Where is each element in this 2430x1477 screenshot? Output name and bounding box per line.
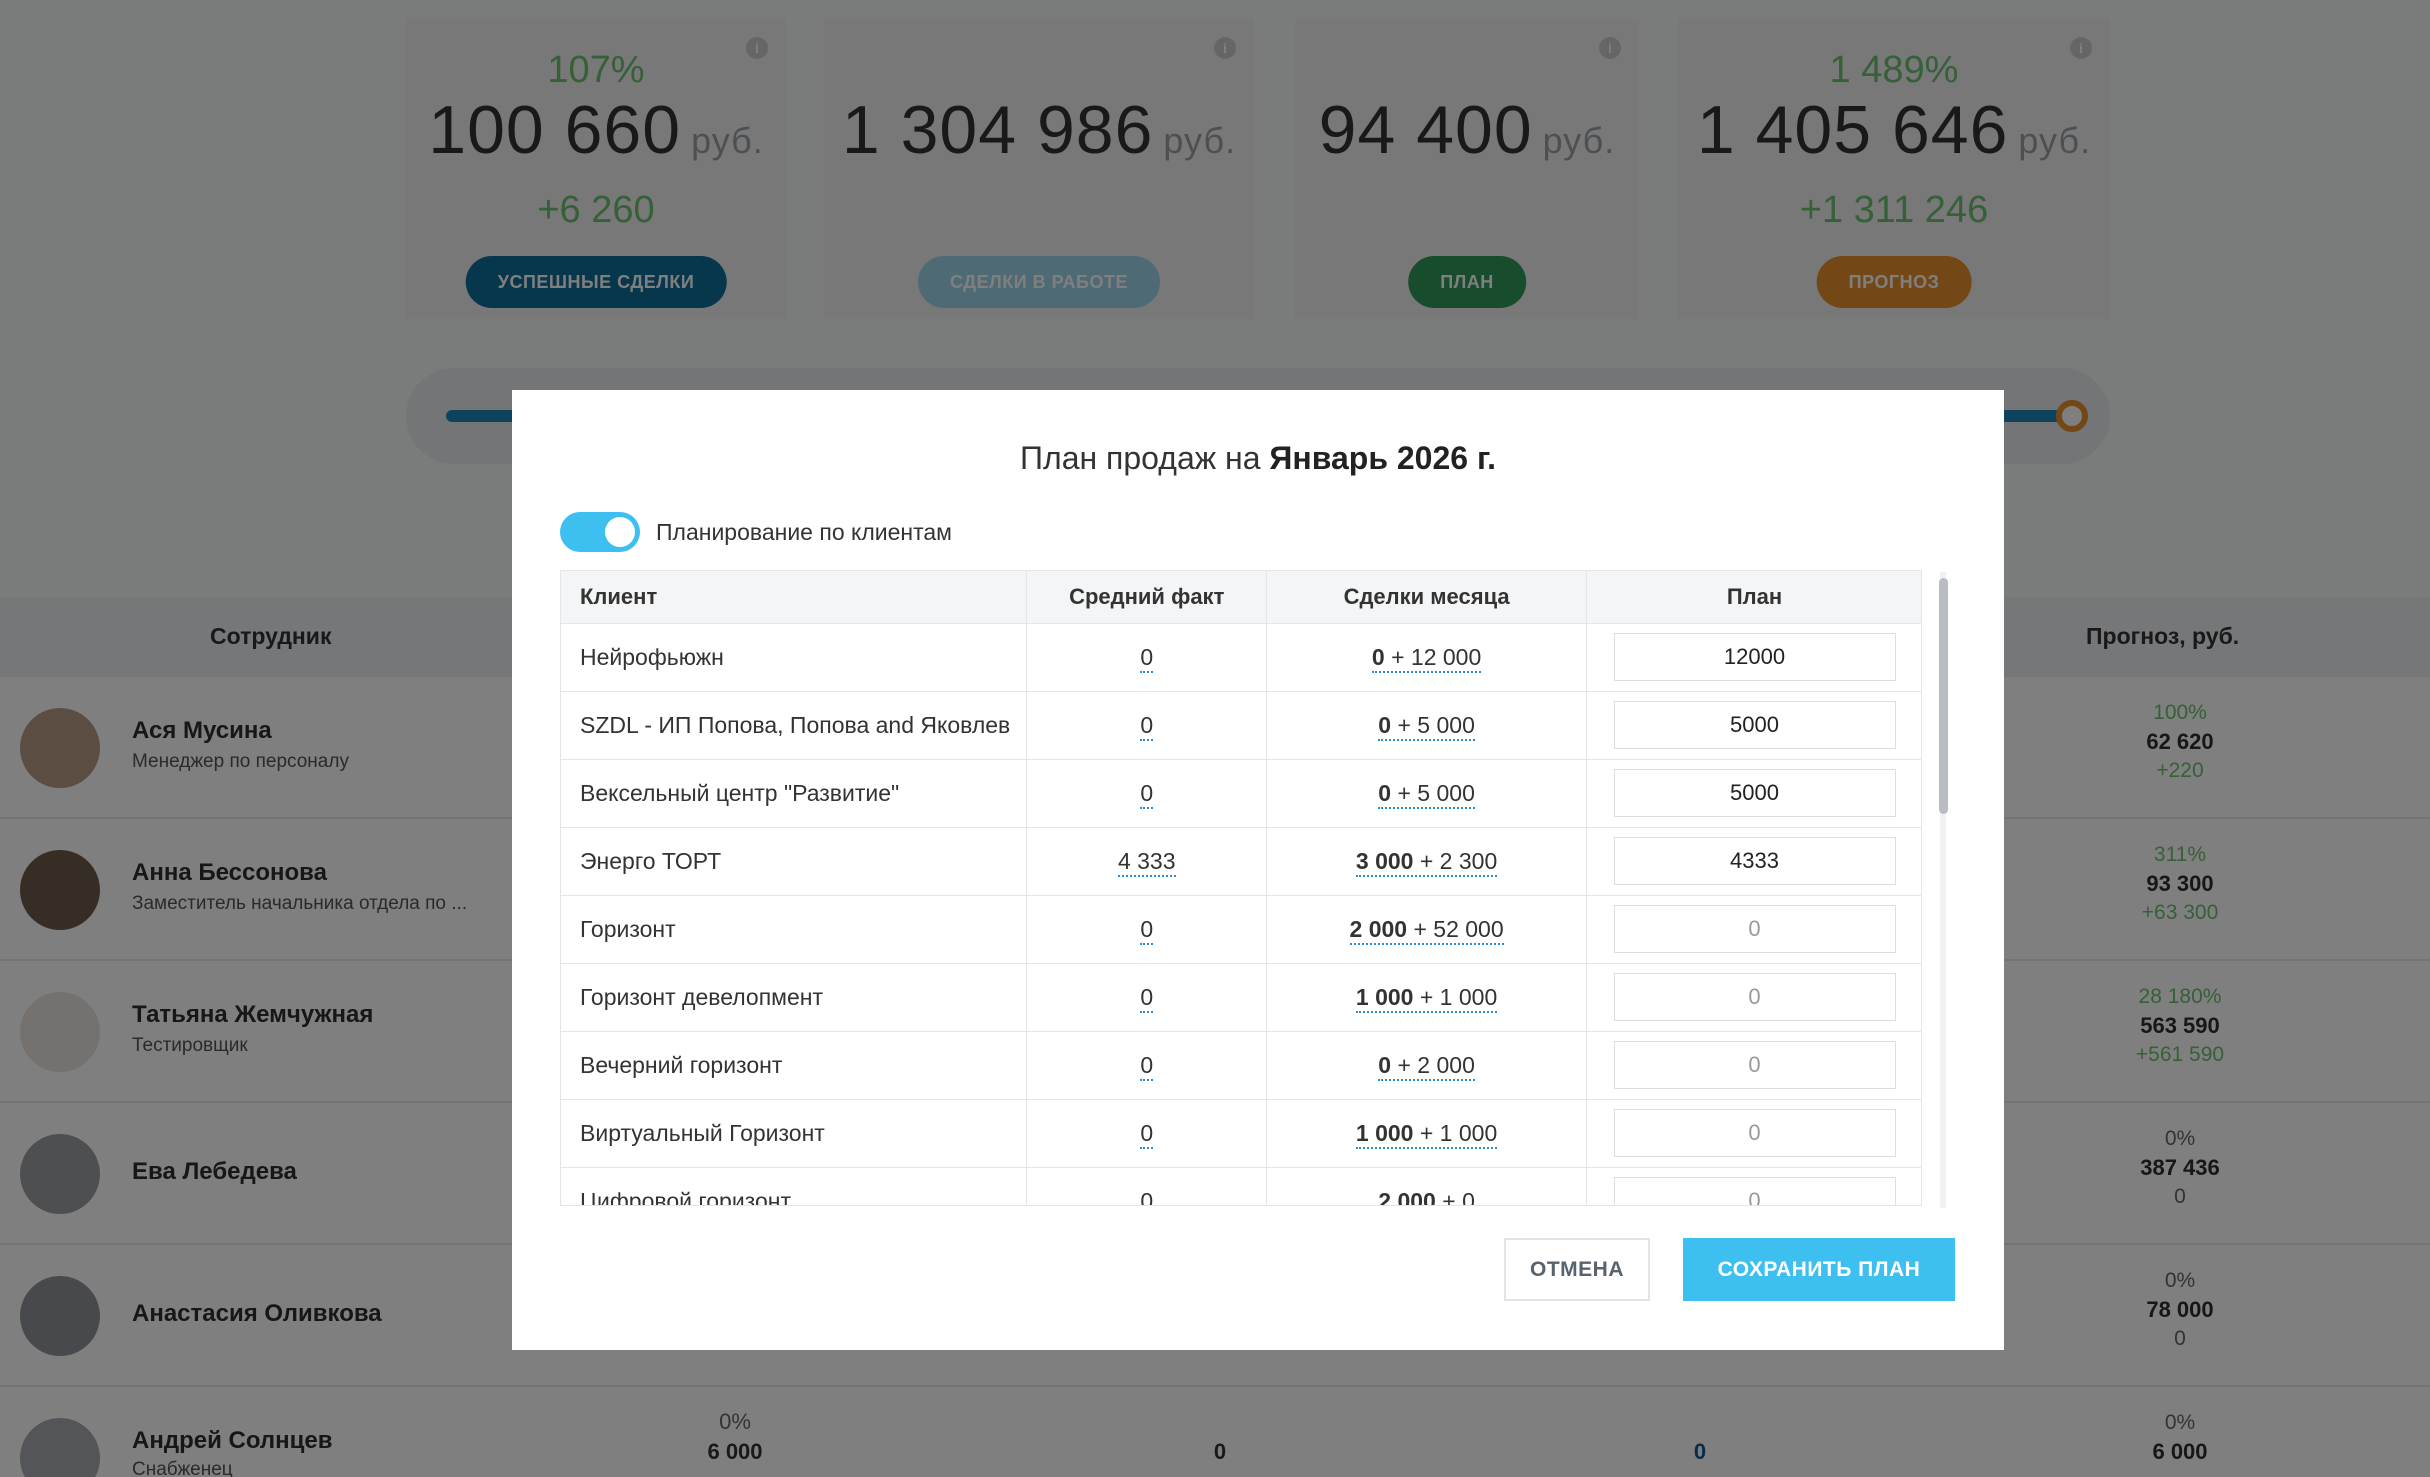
plan-input[interactable]: 0	[1613, 905, 1896, 953]
plan-input[interactable]: 0	[1613, 1041, 1896, 1089]
avg-fact-link[interactable]: 0	[1140, 1187, 1154, 1205]
client-name: Энерго ТОРТ	[561, 827, 1028, 896]
plan-input[interactable]: 12000	[1613, 633, 1896, 681]
plan-input[interactable]: 0	[1613, 973, 1896, 1021]
month-deals-link[interactable]: 1 000 + 1 000	[1355, 1119, 1498, 1149]
month-deals-link[interactable]: 0 + 12 000	[1371, 643, 1482, 673]
plan-input[interactable]: 5000	[1613, 769, 1896, 817]
month-deals-link[interactable]: 1 000 + 1 000	[1355, 983, 1498, 1013]
avg-fact-link[interactable]: 0	[1140, 915, 1154, 945]
month-deals-link[interactable]: 0 + 5 000	[1378, 779, 1475, 809]
month-deals-link[interactable]: 0 + 5 000	[1378, 711, 1475, 741]
month-deals-link[interactable]: 3 000 + 2 300	[1355, 847, 1498, 877]
client-name: Горизонт девелопмент	[561, 963, 1028, 1032]
table-row: Вечерний горизонт 0 0 + 2 000 0	[561, 1031, 1921, 1100]
client-name: SZDL - ИП Попова, Попова and Яковлев	[561, 691, 1028, 760]
client-name: Виртуальный Горизонт	[561, 1099, 1028, 1168]
client-planning-toggle[interactable]	[560, 512, 640, 552]
scrollbar-thumb[interactable]	[1939, 578, 1948, 814]
avg-fact-link[interactable]: 0	[1140, 779, 1154, 809]
table-row: Нейрофьюжн 0 0 + 12 000 12000	[561, 623, 1921, 692]
avg-fact-link[interactable]: 0	[1140, 643, 1154, 673]
column-plan: План	[1586, 571, 1921, 624]
sales-plan-dialog: План продаж на Январь 2026 г. Планирован…	[512, 390, 2004, 1350]
client-name: Цифровой горизонт	[561, 1167, 1028, 1205]
client-name: Нейрофьюжн	[561, 623, 1028, 692]
column-avg-fact: Средний факт	[1026, 571, 1268, 624]
plan-table: Клиент Средний факт Сделки месяца План Н…	[560, 570, 1922, 1206]
month-deals-link[interactable]: 0 + 2 000	[1378, 1051, 1475, 1081]
table-header-row: Клиент Средний факт Сделки месяца План	[561, 571, 1921, 624]
plan-input[interactable]: 5000	[1613, 701, 1896, 749]
month-deals-link[interactable]: 2 000 + 52 000	[1349, 915, 1504, 945]
table-row: Цифровой горизонт 0 2 000 + 0 0	[561, 1167, 1921, 1205]
plan-input[interactable]: 4333	[1613, 837, 1896, 885]
save-plan-button[interactable]: СОХРАНИТЬ ПЛАН	[1683, 1238, 1955, 1301]
avg-fact-link[interactable]: 0	[1140, 983, 1154, 1013]
dialog-title: План продаж на Январь 2026 г.	[1020, 440, 1496, 476]
month-deals-link[interactable]: 2 000 + 0	[1378, 1187, 1475, 1205]
table-row: Виртуальный Горизонт 0 1 000 + 1 000 0	[561, 1099, 1921, 1168]
client-planning-label: Планирование по клиентам	[656, 519, 952, 545]
table-row: Вексельный центр "Развитие" 0 0 + 5 000 …	[561, 759, 1921, 828]
column-client: Клиент	[561, 571, 1028, 624]
cancel-button[interactable]: ОТМЕНА	[1504, 1238, 1650, 1301]
column-month-deals: Сделки месяца	[1266, 571, 1587, 624]
avg-fact-link[interactable]: 4 333	[1117, 847, 1176, 877]
toggle-knob	[605, 517, 635, 547]
plan-input[interactable]: 0	[1613, 1177, 1896, 1205]
table-row: Горизонт девелопмент 0 1 000 + 1 000 0	[561, 963, 1921, 1032]
table-row: Горизонт 0 2 000 + 52 000 0	[561, 895, 1921, 964]
avg-fact-link[interactable]: 0	[1140, 1051, 1154, 1081]
table-row: Энерго ТОРТ 4 333 3 000 + 2 300 4333	[561, 827, 1921, 896]
avg-fact-link[interactable]: 0	[1140, 1119, 1154, 1149]
table-scrollbar[interactable]	[1934, 572, 1952, 1208]
table-row: SZDL - ИП Попова, Попова and Яковлев 0 0…	[561, 691, 1921, 760]
plan-input[interactable]: 0	[1613, 1109, 1896, 1157]
avg-fact-link[interactable]: 0	[1140, 711, 1154, 741]
client-name: Вечерний горизонт	[561, 1031, 1028, 1100]
client-name: Горизонт	[561, 895, 1028, 964]
client-name: Вексельный центр "Развитие"	[561, 759, 1028, 828]
